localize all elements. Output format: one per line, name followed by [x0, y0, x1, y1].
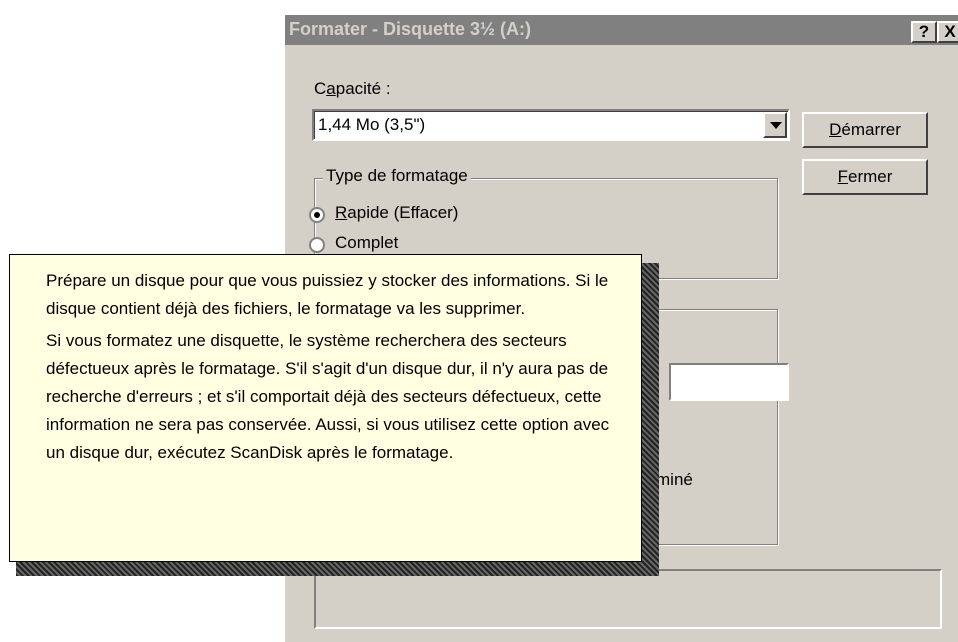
dropdown-arrow-icon[interactable]	[763, 112, 787, 138]
title-bar[interactable]: Formater - Disquette 3½ (A:) ? X	[285, 15, 958, 45]
help-tooltip: Prépare un disque pour que vous puissiez…	[9, 254, 642, 562]
label-input[interactable]	[669, 363, 789, 401]
tooltip-paragraph-1: Prépare un disque pour que vous puissiez…	[46, 271, 609, 318]
capacity-label: Capacité :	[314, 79, 391, 98]
close-window-button[interactable]: X	[937, 21, 958, 43]
progress-bar	[314, 569, 942, 629]
partial-option-label: miné	[656, 470, 693, 489]
full-format-radio[interactable]	[309, 237, 325, 253]
capacity-select[interactable]: 1,44 Mo (3,5")	[312, 109, 790, 141]
close-button[interactable]: Fermer	[802, 159, 928, 195]
capacity-value: 1,44 Mo (3,5")	[318, 115, 426, 134]
help-button[interactable]: ?	[911, 21, 937, 43]
quick-format-label[interactable]: Rapide (Effacer)	[335, 203, 458, 223]
quick-format-radio[interactable]	[309, 207, 325, 223]
format-type-legend: Type de formatage	[323, 166, 471, 186]
start-button[interactable]: Démarrer	[802, 112, 928, 148]
tooltip-paragraph-2: Si vous formatez une disquette, le systè…	[46, 331, 610, 462]
dialog-title: Formater - Disquette 3½ (A:)	[289, 19, 532, 39]
full-format-label[interactable]: Complet	[335, 233, 398, 253]
